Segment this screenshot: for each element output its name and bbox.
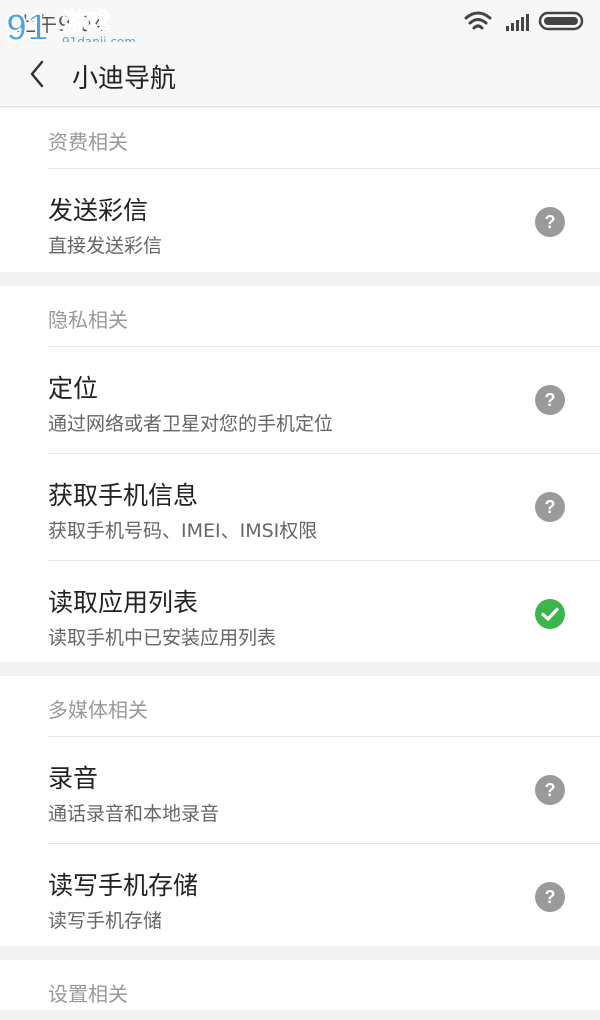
help-icon[interactable]: ? [534, 206, 566, 238]
permission-row-storage[interactable]: 读写手机存储 读写手机存储 ? [48, 844, 600, 950]
battery-icon [538, 11, 584, 31]
section-settings: 设置相关 [0, 960, 600, 1010]
row-title: 录音 [48, 764, 99, 793]
permission-row-app-list[interactable]: 读取应用列表 读取手机中已安装应用列表 [48, 561, 600, 667]
signal-icon [506, 14, 529, 31]
help-icon[interactable]: ? [534, 881, 566, 913]
permission-row-send-mms[interactable]: 发送彩信 直接发送彩信 ? [48, 169, 600, 275]
svg-text:?: ? [545, 390, 556, 410]
row-subtitle: 读写手机存储 [48, 910, 163, 932]
section-header: 设置相关 [48, 982, 128, 1006]
help-icon[interactable]: ? [534, 491, 566, 523]
check-icon[interactable] [534, 598, 566, 630]
svg-text:?: ? [545, 212, 556, 232]
row-title: 读写手机存储 [48, 871, 199, 900]
section-privacy: 隐私相关 定位 通过网络或者卫星对您的手机定位 ? 获取手机信息 获取手机号码、… [0, 286, 600, 662]
row-subtitle: 获取手机号码、IMEI、IMSI权限 [48, 520, 318, 542]
page-title: 小迪导航 [72, 64, 177, 94]
row-title: 定位 [48, 374, 99, 403]
status-icons [464, 11, 584, 31]
section-header: 资费相关 [48, 108, 600, 169]
permission-row-record[interactable]: 录音 通话录音和本地录音 ? [48, 737, 600, 844]
row-subtitle: 通过网络或者卫星对您的手机定位 [48, 413, 334, 435]
row-subtitle: 读取手机中已安装应用列表 [48, 627, 277, 649]
section-multimedia: 多媒体相关 录音 通话录音和本地录音 ? 读写手机存储 读写手机存储 ? [0, 676, 600, 946]
status-bar: 上午9:04 91 游戏 91danji.com [0, 0, 600, 50]
svg-text:?: ? [545, 887, 556, 907]
back-arrow-icon[interactable] [24, 56, 54, 92]
row-subtitle: 通话录音和本地录音 [48, 803, 220, 825]
app-bar: 小迪导航 [0, 42, 600, 107]
row-title: 读取应用列表 [48, 588, 199, 617]
svg-text:?: ? [545, 497, 556, 517]
wifi-icon [464, 11, 492, 30]
watermark-brand: 游戏 [62, 8, 110, 36]
section-billing: 资费相关 发送彩信 直接发送彩信 ? [0, 108, 600, 272]
permission-row-location[interactable]: 定位 通过网络或者卫星对您的手机定位 ? [48, 347, 600, 454]
row-subtitle: 直接发送彩信 [48, 235, 163, 257]
help-icon[interactable]: ? [534, 774, 566, 806]
section-header: 多媒体相关 [48, 676, 600, 737]
svg-text:?: ? [545, 780, 556, 800]
section-header: 隐私相关 [48, 286, 600, 347]
row-title: 获取手机信息 [48, 481, 199, 510]
help-icon[interactable]: ? [534, 384, 566, 416]
permission-row-phone-info[interactable]: 获取手机信息 获取手机号码、IMEI、IMSI权限 ? [48, 454, 600, 561]
row-title: 发送彩信 [48, 196, 149, 225]
